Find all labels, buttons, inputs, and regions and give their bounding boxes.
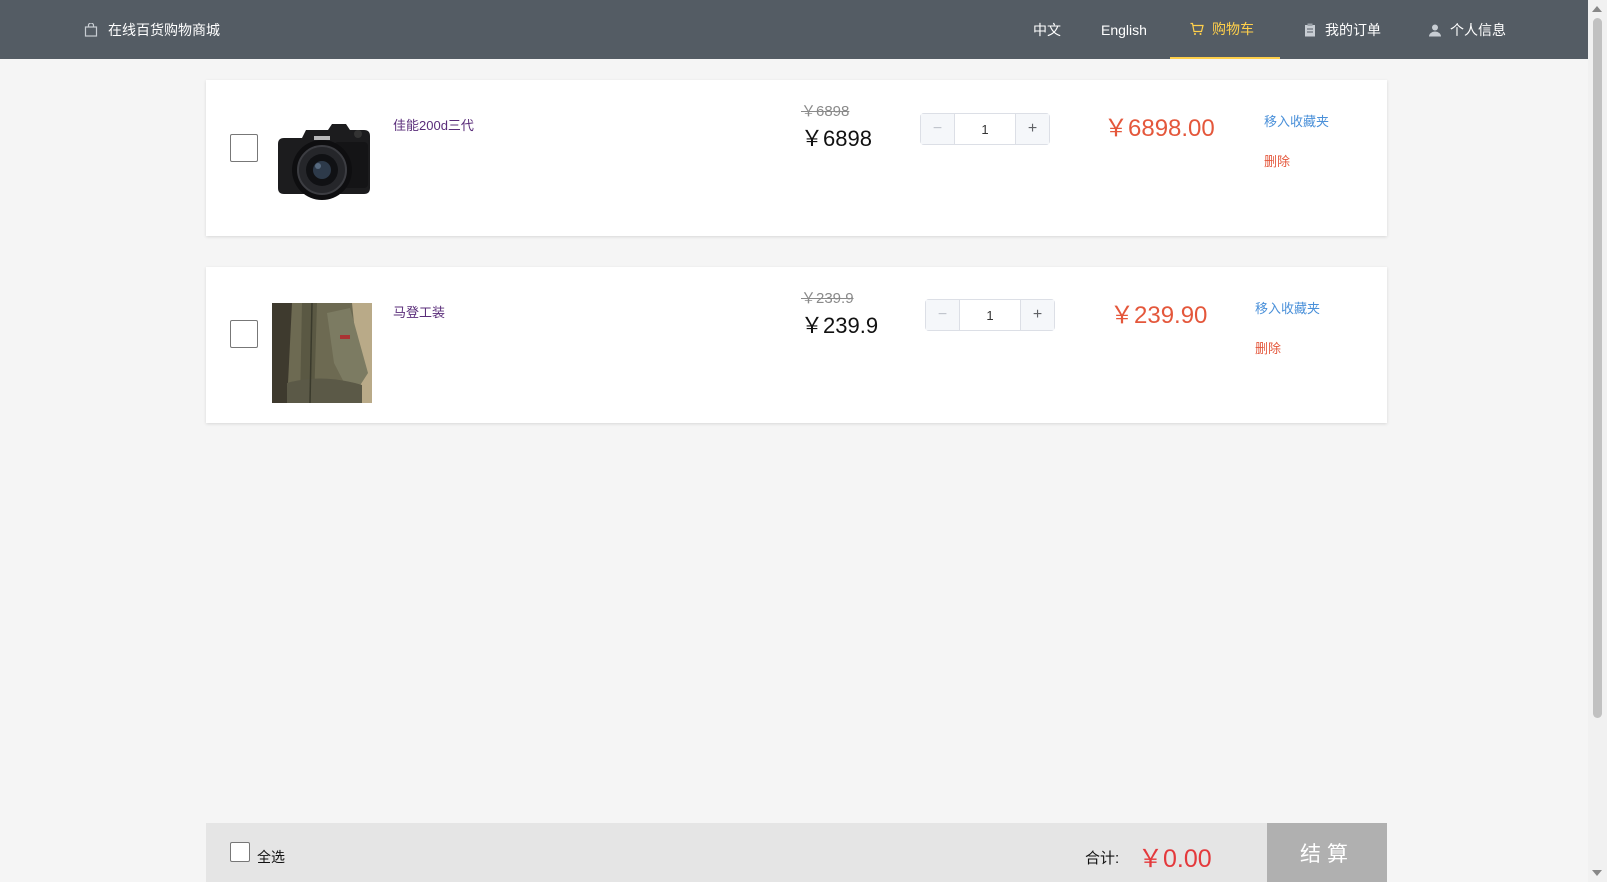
quantity-stepper[interactable]: − 1 + [920, 113, 1050, 145]
scroll-down-arrow-icon[interactable] [1592, 870, 1602, 876]
cart-item: 佳能200d三代 ￥6898 ￥6898 − 1 + ￥6898.00 移入收藏… [206, 80, 1387, 236]
delete-link[interactable]: 删除 [1264, 151, 1290, 170]
quantity-input[interactable]: 1 [960, 300, 1020, 330]
item-checkbox[interactable] [230, 134, 258, 162]
clipboard-icon [1305, 23, 1315, 36]
select-all-checkbox[interactable] [230, 842, 250, 862]
top-navbar: 在线百货购物商城 中文 English 购物车 我的订单 个人信息 [0, 0, 1588, 59]
total-label: 合计: [1085, 850, 1120, 867]
item-checkbox[interactable] [230, 320, 258, 348]
move-to-favorites-link[interactable]: 移入收藏夹 [1255, 298, 1320, 317]
brand-name: 在线百货购物商城 [108, 21, 220, 38]
shopping-bag-icon [84, 22, 98, 37]
cart-icon [1190, 22, 1204, 35]
cart-item: 马登工装 ￥239.9 ￥239.9 − 1 + ￥239.90 移入收藏夹 删… [206, 267, 1387, 423]
checkout-button[interactable]: 结算 [1267, 823, 1387, 882]
scroll-up-arrow-icon[interactable] [1592, 6, 1602, 12]
product-name[interactable]: 佳能200d三代 [393, 115, 474, 134]
original-price: ￥6898 [801, 103, 850, 120]
nav-english-label: English [1101, 21, 1147, 38]
nav-cart[interactable]: 购物车 [1170, 0, 1280, 59]
nav-profile-label: 个人信息 [1450, 21, 1506, 38]
move-to-favorites-link[interactable]: 移入收藏夹 [1264, 111, 1329, 130]
nav-cart-label: 购物车 [1212, 20, 1254, 37]
quantity-stepper[interactable]: − 1 + [925, 299, 1055, 331]
item-subtotal: ￥6898.00 [1104, 115, 1215, 142]
nav-english[interactable]: English [1101, 0, 1147, 59]
brand[interactable]: 在线百货购物商城 [84, 0, 220, 59]
current-price: ￥6898 [801, 126, 872, 151]
decrease-button[interactable]: − [921, 114, 955, 144]
decrease-button[interactable]: − [926, 300, 960, 330]
increase-button[interactable]: + [1020, 300, 1054, 330]
original-price: ￥239.9 [801, 290, 854, 307]
user-icon [1429, 24, 1441, 36]
nav-profile[interactable]: 个人信息 [1428, 0, 1506, 59]
jacket-image [272, 303, 372, 403]
delete-link[interactable]: 删除 [1255, 338, 1281, 357]
nav-chinese-label: 中文 [1033, 21, 1061, 38]
cart-summary-bar: 全选 合计: ￥0.00 结算 [206, 823, 1387, 882]
nav-orders[interactable]: 我的订单 [1303, 0, 1381, 59]
product-name[interactable]: 马登工装 [393, 302, 445, 321]
quantity-input[interactable]: 1 [955, 114, 1015, 144]
item-subtotal: ￥239.90 [1110, 302, 1208, 329]
nav-orders-label: 我的订单 [1325, 21, 1381, 38]
total-value: ￥0.00 [1138, 845, 1212, 873]
nav-chinese[interactable]: 中文 [1033, 0, 1061, 59]
select-all-label[interactable]: 全选 [257, 847, 285, 867]
camera-image [278, 124, 370, 200]
current-price: ￥239.9 [801, 313, 879, 338]
increase-button[interactable]: + [1015, 114, 1049, 144]
scroll-thumb[interactable] [1593, 18, 1602, 718]
scrollbar[interactable] [1588, 0, 1607, 882]
